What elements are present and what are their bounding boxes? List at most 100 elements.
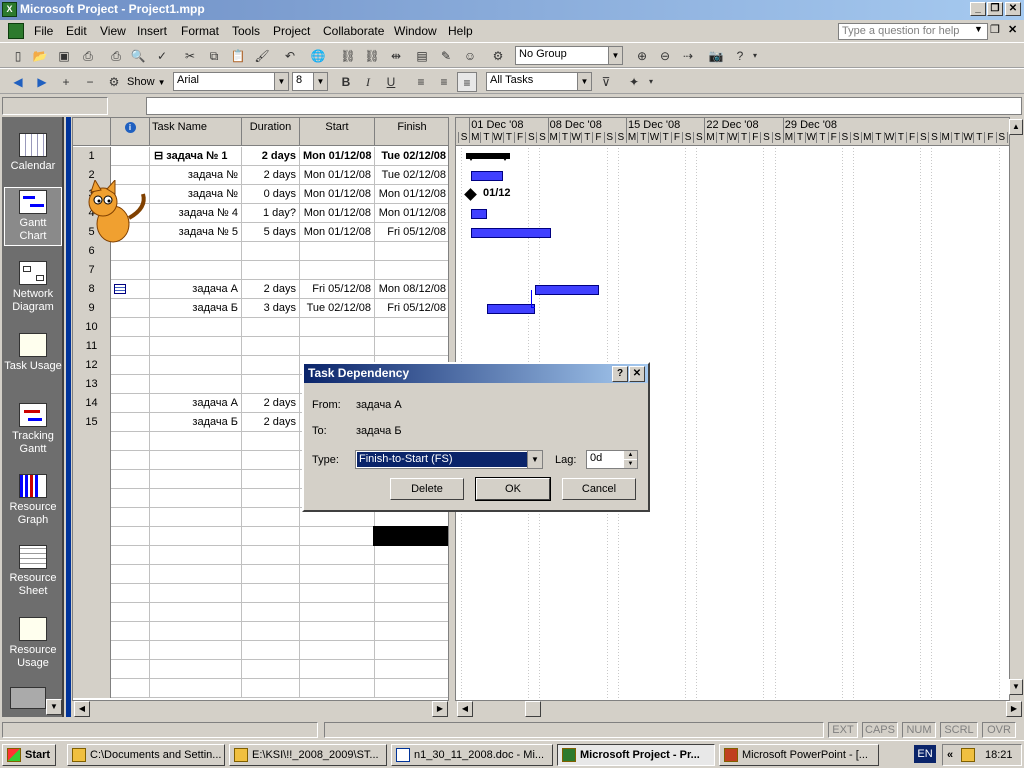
row-number[interactable] [73, 432, 111, 451]
taskbar-item-project[interactable]: Microsoft Project - Pr... [557, 744, 715, 766]
row-number[interactable] [73, 679, 111, 698]
table-row[interactable] [73, 584, 448, 603]
task-bar[interactable] [535, 285, 599, 295]
collapse-icon[interactable]: ⊟ [154, 150, 166, 162]
cut-icon[interactable]: ✂ [180, 46, 200, 66]
view-network-diagram[interactable]: Network Diagram [2, 261, 64, 314]
empty-cell[interactable] [300, 546, 375, 565]
view-resource-usage[interactable]: Resource Usage [2, 617, 64, 670]
empty-cell[interactable] [150, 660, 242, 679]
empty-cell[interactable] [242, 508, 300, 527]
empty-cell[interactable] [111, 546, 150, 565]
empty-cell[interactable] [375, 622, 448, 641]
empty-cell[interactable] [375, 584, 448, 603]
task-bar[interactable] [471, 209, 487, 219]
task-name-cell[interactable]: задача № [150, 166, 242, 185]
duration-cell[interactable]: 2 days [242, 147, 300, 166]
ok-button[interactable]: OK [475, 477, 551, 501]
finish-cell[interactable]: Mon 01/12/08 [375, 204, 448, 223]
task-name-cell[interactable] [150, 356, 242, 375]
table-row[interactable] [73, 679, 448, 698]
toolbar-options-icon[interactable]: ▾ [750, 46, 760, 66]
minimize-button[interactable]: _ [970, 2, 986, 16]
empty-cell[interactable] [242, 489, 300, 508]
gantt-wizard-icon[interactable]: ✦ [624, 72, 644, 92]
empty-cell[interactable] [242, 603, 300, 622]
empty-cell[interactable] [375, 546, 448, 565]
empty-cell[interactable] [242, 584, 300, 603]
doc-close-icon[interactable]: ✕ [1008, 23, 1017, 36]
empty-cell[interactable] [111, 622, 150, 641]
task-name-cell[interactable] [150, 261, 242, 280]
task-name-cell[interactable] [150, 375, 242, 394]
empty-cell[interactable] [150, 622, 242, 641]
task-name-cell[interactable]: задача № [150, 185, 242, 204]
empty-cell[interactable] [150, 679, 242, 698]
autofilter-icon[interactable]: ⊽ [596, 72, 616, 92]
empty-cell[interactable] [375, 679, 448, 698]
empty-cell[interactable] [150, 451, 242, 470]
row-number[interactable] [73, 584, 111, 603]
row-number[interactable] [73, 527, 111, 546]
format-painter-icon[interactable]: 🖌 [252, 46, 272, 66]
finish-cell[interactable] [375, 337, 448, 356]
task-name-cell[interactable] [150, 337, 242, 356]
indicator-cell[interactable] [111, 413, 150, 432]
indicator-cell[interactable] [111, 261, 150, 280]
toolbar-options-icon[interactable]: ▾ [646, 72, 656, 92]
open-icon[interactable]: 📂 [30, 46, 50, 66]
header-indicators[interactable]: i [111, 118, 150, 146]
undo-icon[interactable]: ↶ [280, 46, 300, 66]
row-number[interactable] [73, 508, 111, 527]
language-indicator[interactable]: EN [914, 745, 936, 763]
table-row[interactable] [73, 603, 448, 622]
taskbar-item-word[interactable]: n1_30_11_2008.doc - Mi... [391, 744, 553, 766]
menu-format[interactable]: Format [181, 24, 219, 38]
empty-cell[interactable] [150, 641, 242, 660]
duration-cell[interactable] [242, 337, 300, 356]
gantt-vscrollbar[interactable]: ▲ ▼ [1009, 117, 1024, 701]
duration-cell[interactable] [242, 375, 300, 394]
empty-cell[interactable] [300, 679, 375, 698]
start-cell[interactable]: Mon 01/12/08 [300, 204, 375, 223]
selected-cell[interactable] [373, 526, 448, 546]
scroll-up-icon[interactable]: ▲ [1009, 119, 1023, 135]
duration-cell[interactable]: 0 days [242, 185, 300, 204]
font-select[interactable]: Arial ▼ [173, 72, 289, 91]
publish-icon[interactable]: ⚙ [488, 46, 508, 66]
task-information-icon[interactable]: ▤ [412, 46, 432, 66]
empty-cell[interactable] [242, 641, 300, 660]
menu-window[interactable]: Window [394, 24, 437, 38]
empty-cell[interactable] [300, 584, 375, 603]
menu-help[interactable]: Help [448, 24, 473, 38]
row-number[interactable]: 11 [73, 337, 111, 356]
taskbar-item-documents[interactable]: C:\Documents and Settin... [67, 744, 225, 766]
start-cell[interactable] [300, 261, 375, 280]
split-task-icon[interactable]: ⇹ [386, 46, 406, 66]
gantt-hscrollbar[interactable]: ◀ ▶ [455, 701, 1024, 718]
finish-cell[interactable]: Mon 01/12/08 [375, 185, 448, 204]
finish-cell[interactable]: Tue 02/12/08 [375, 166, 448, 185]
empty-cell[interactable] [150, 527, 242, 546]
row-number[interactable]: 1 [73, 147, 111, 166]
row-number[interactable]: 14 [73, 394, 111, 413]
scroll-left-icon[interactable]: ◀ [74, 701, 90, 717]
finish-cell[interactable] [375, 261, 448, 280]
empty-cell[interactable] [300, 565, 375, 584]
cancel-button[interactable]: Cancel [562, 478, 636, 500]
empty-cell[interactable] [300, 603, 375, 622]
empty-cell[interactable] [111, 565, 150, 584]
finish-cell[interactable] [375, 318, 448, 337]
empty-cell[interactable] [300, 641, 375, 660]
italic-icon[interactable]: I [358, 72, 378, 92]
task-name-cell[interactable] [150, 242, 242, 261]
indicator-cell[interactable] [111, 318, 150, 337]
empty-cell[interactable] [242, 451, 300, 470]
indicator-cell[interactable] [111, 375, 150, 394]
table-row[interactable] [73, 546, 448, 565]
more-views-icon[interactable] [10, 687, 46, 709]
duration-cell[interactable]: 2 days [242, 166, 300, 185]
preview-icon[interactable]: 🔍 [128, 46, 148, 66]
start-cell[interactable]: Tue 02/12/08 [300, 299, 375, 318]
task-name-cell[interactable]: ⊟ задача № 1 [150, 147, 242, 166]
